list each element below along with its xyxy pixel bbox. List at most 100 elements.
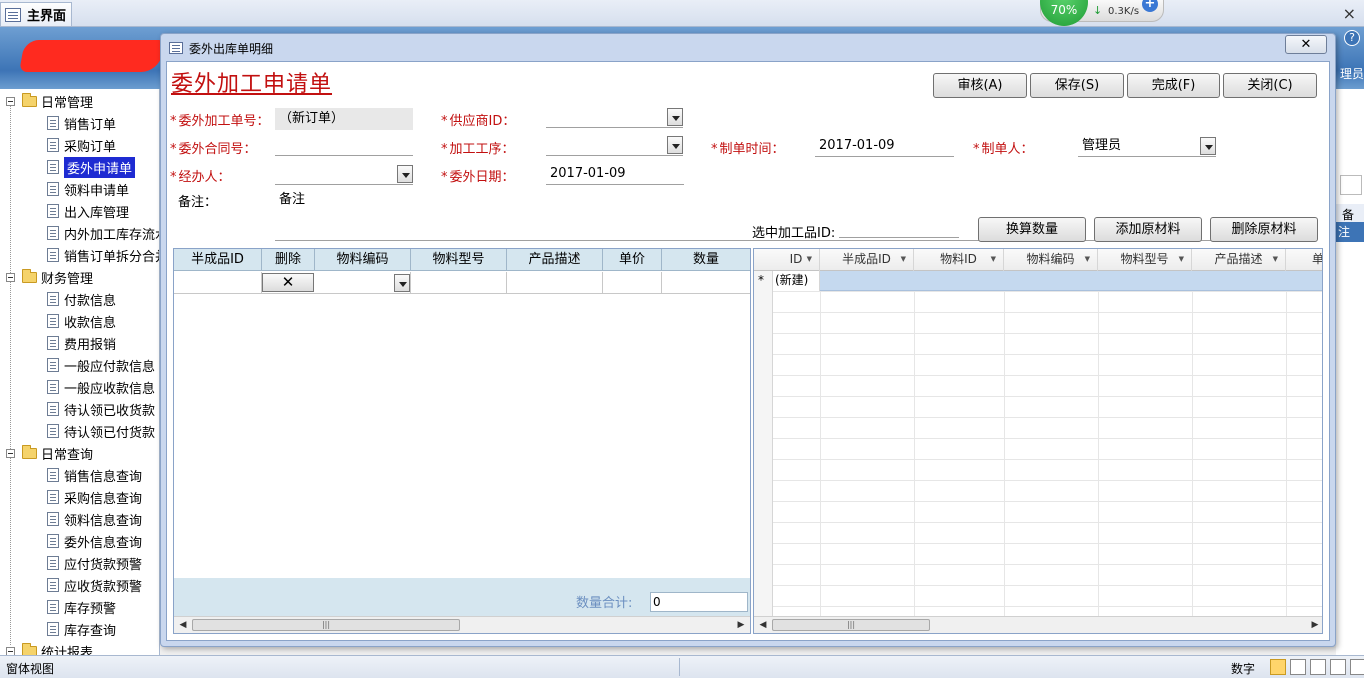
delete-material-button[interactable]: 删除原材料 [1210, 217, 1318, 242]
scroll-right-icon[interactable]: ▶ [734, 618, 748, 632]
chevron-down-icon[interactable] [667, 108, 683, 126]
nav-item-payable-alert[interactable]: 应付货款预警 [47, 552, 142, 574]
new-record-marker: * [758, 273, 764, 287]
nav-item-expense-claim[interactable]: 费用报销 [47, 332, 116, 354]
dialog-close-button[interactable]: ✕ [1285, 35, 1327, 54]
nav-item-material-request[interactable]: 领料申请单 [47, 178, 129, 200]
tab-main[interactable]: 主界面 [0, 2, 72, 26]
pivot-table-icon[interactable] [1310, 659, 1326, 675]
nav-group-reports[interactable]: 统计报表 [6, 640, 93, 655]
add-material-button[interactable]: 添加原材料 [1094, 217, 1202, 242]
nav-item-purchase-query[interactable]: 采购信息查询 [47, 486, 142, 508]
collapse-icon[interactable] [6, 96, 15, 106]
cell-product-desc[interactable] [507, 272, 603, 294]
cell-unit-price[interactable] [603, 272, 662, 294]
form-view-icon[interactable] [1270, 659, 1286, 675]
scroll-thumb[interactable]: ||| [192, 619, 460, 631]
col-product-desc[interactable]: 产品描述 ▼ [1192, 249, 1286, 271]
nav-item-unclaimed-paid[interactable]: 待认领已付货款 [47, 420, 155, 442]
col-material-id[interactable]: 物料ID ▼ [914, 249, 1004, 271]
cell-material-code[interactable] [315, 272, 411, 294]
save-button[interactable]: 保存(S) [1030, 73, 1124, 98]
nav-group-daily-management[interactable]: 日常管理 [6, 90, 93, 112]
col-unit-price[interactable]: 单价 [603, 249, 662, 271]
col-unit-partial[interactable]: 单 [1286, 249, 1322, 271]
nav-item-sales-order[interactable]: 销售订单 [47, 112, 116, 134]
nav-item-stock-query[interactable]: 库存查询 [47, 618, 116, 640]
nav-item-stock-alert[interactable]: 库存预警 [47, 596, 116, 618]
nav-item-outsource-query[interactable]: 委外信息查询 [47, 530, 142, 552]
horizontal-scrollbar[interactable]: ◀ ||| ▶ [174, 616, 750, 633]
quantity-total-label: 数量合计: [576, 596, 633, 611]
nav-item-material-query[interactable]: 领料信息查询 [47, 508, 142, 530]
creator-combo[interactable]: 管理员 [1078, 135, 1216, 157]
horizontal-scrollbar[interactable]: ◀ ||| ▶ [754, 616, 1322, 633]
chevron-down-icon[interactable] [397, 165, 413, 183]
nav-item-purchase-order[interactable]: 采购订单 [47, 134, 116, 156]
chevron-down-icon[interactable] [667, 136, 683, 154]
scroll-right-icon[interactable]: ▶ [1308, 618, 1322, 632]
col-quantity[interactable]: 数量 [662, 249, 750, 271]
chevron-down-icon[interactable] [1200, 137, 1216, 155]
design-view-icon[interactable] [1350, 659, 1364, 675]
close-button[interactable]: 关闭(C) [1223, 73, 1317, 98]
col-product-desc[interactable]: 产品描述 [507, 249, 603, 271]
main-close-icon[interactable]: × [1343, 4, 1356, 23]
background-selected-cell[interactable]: 注 [1336, 222, 1364, 242]
col-id[interactable]: ID ▼ [773, 249, 820, 271]
nav-group-label: 日常管理 [41, 95, 94, 111]
scroll-thumb[interactable]: ||| [772, 619, 930, 631]
cell-semi-product-id[interactable] [174, 272, 262, 294]
supplier-id-combo[interactable] [546, 106, 683, 128]
col-delete[interactable]: 删除 [262, 249, 315, 271]
nav-item-unclaimed-received[interactable]: 待认领已收货款 [47, 398, 155, 420]
col-material-model[interactable]: 物料型号 [411, 249, 507, 271]
col-material-model[interactable]: 物料型号 ▼ [1098, 249, 1192, 271]
remark-field[interactable]: 备注 [275, 189, 1218, 211]
cell-material-model[interactable] [411, 272, 507, 294]
chevron-down-icon[interactable] [394, 274, 410, 292]
background-input[interactable] [1340, 175, 1362, 195]
contract-no-field[interactable] [275, 134, 413, 156]
speed-percent-badge[interactable]: 70% [1040, 0, 1088, 26]
col-semi-product-id[interactable]: 半成品ID [174, 249, 262, 271]
nav-item-stock-in-out[interactable]: 出入库管理 [47, 200, 129, 222]
nav-item-sales-split-merge[interactable]: 销售订单拆分合并 [47, 244, 159, 266]
help-icon[interactable]: ? [1344, 30, 1360, 46]
convert-quantity-button[interactable]: 换算数量 [978, 217, 1086, 242]
col-semi-product-id[interactable]: 半成品ID ▼ [820, 249, 914, 271]
cell-quantity[interactable] [662, 272, 750, 294]
nav-item-outsource-request[interactable]: 委外申请单 [47, 156, 136, 178]
collapse-icon[interactable] [6, 646, 15, 655]
col-material-code[interactable]: 物料编码 ▼ [1004, 249, 1098, 271]
scroll-left-icon[interactable]: ◀ [176, 618, 190, 632]
new-record-cell[interactable]: (新建) [773, 271, 820, 291]
nav-group-finance[interactable]: 财务管理 [6, 266, 93, 288]
process-combo[interactable] [546, 134, 683, 156]
datasheet-view-icon[interactable] [1290, 659, 1306, 675]
nav-item-payment-info[interactable]: 付款信息 [47, 288, 116, 310]
new-record-row[interactable]: (新建) [773, 271, 1322, 291]
scroll-left-icon[interactable]: ◀ [756, 618, 770, 632]
delete-row-button[interactable]: ✕ [262, 273, 314, 292]
nav-item-processing-stock-flow[interactable]: 内外加工库存流水 [47, 222, 159, 244]
nav-item-receivable-alert[interactable]: 应收货款预警 [47, 574, 142, 596]
quantity-total-field[interactable]: 0 [650, 592, 748, 612]
nav-item-general-receivable[interactable]: 一般应收款信息 [47, 376, 155, 398]
selected-id-field[interactable] [839, 216, 959, 238]
collapse-icon[interactable] [6, 448, 15, 458]
handler-combo[interactable] [275, 163, 413, 185]
nav-item-sales-query[interactable]: 销售信息查询 [47, 464, 142, 486]
order-no-field[interactable]: （新订单） [275, 108, 413, 130]
nav-item-general-payable[interactable]: 一般应付款信息 [47, 354, 155, 376]
complete-button[interactable]: 完成(F) [1127, 73, 1220, 98]
approve-button[interactable]: 审核(A) [933, 73, 1027, 98]
nav-item-receipt-info[interactable]: 收款信息 [47, 310, 116, 332]
created-time-field[interactable]: 2017-01-09 [815, 135, 954, 157]
col-material-code[interactable]: 物料编码 [315, 249, 411, 271]
pivot-chart-icon[interactable] [1330, 659, 1346, 675]
document-icon [47, 160, 59, 174]
nav-group-daily-query[interactable]: 日常查询 [6, 442, 93, 464]
outsource-date-field[interactable]: 2017-01-09 [546, 163, 684, 185]
collapse-icon[interactable] [6, 272, 15, 282]
